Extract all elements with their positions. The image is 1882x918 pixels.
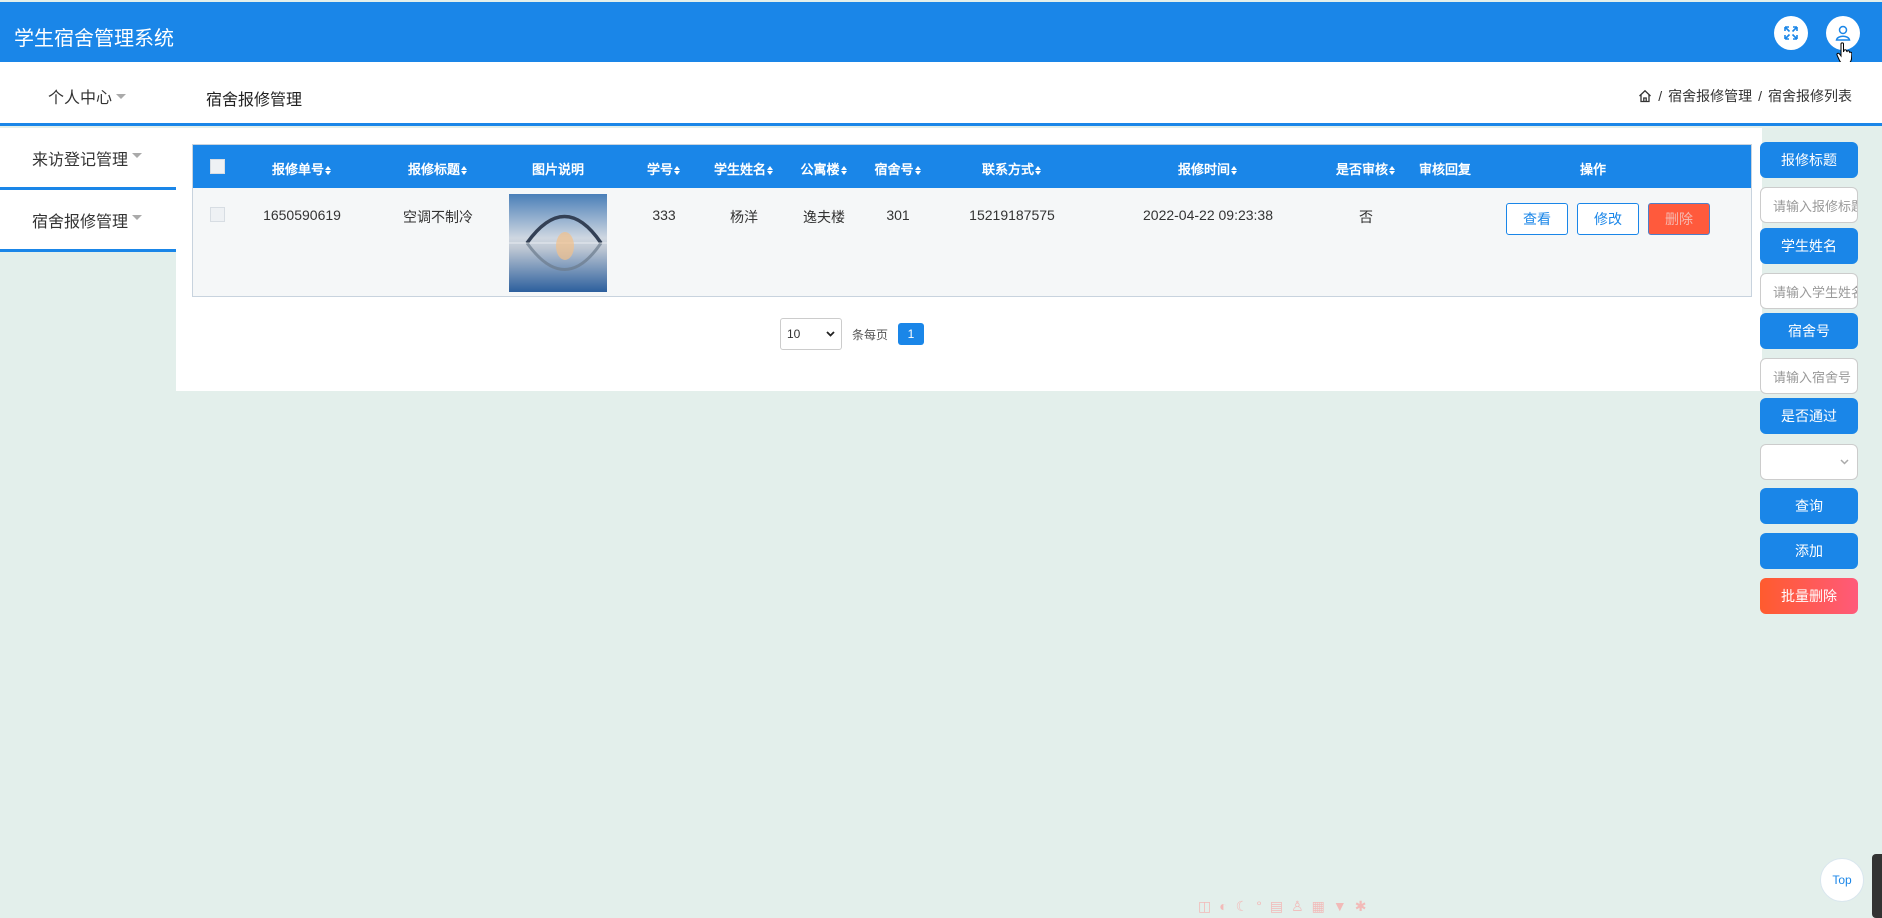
page-size-value: 10 bbox=[787, 327, 801, 341]
sidebar-item-label: 来访登记管理 bbox=[32, 151, 129, 169]
caret-down-icon bbox=[132, 215, 143, 220]
page-title: 宿舍报修管理 bbox=[206, 92, 303, 109]
sub-header: 个人中心 宿舍报修管理 / 宿舍报修管理 / 宿舍报修列表 bbox=[0, 62, 1882, 126]
sort-icon bbox=[767, 166, 774, 175]
top-navbar: 学生宿舍管理系统 bbox=[0, 2, 1882, 62]
ime-mode-icon: ◐ bbox=[1219, 898, 1228, 914]
personal-center-menu[interactable]: 个人中心 bbox=[48, 84, 127, 108]
chevron-down-icon bbox=[826, 331, 835, 337]
column-header-image: 图片说明 bbox=[531, 162, 584, 177]
sort-icon bbox=[461, 166, 468, 175]
sort-icon bbox=[674, 166, 681, 175]
breadcrumb-separator: / bbox=[1758, 88, 1762, 104]
filter-label-repair-title: 报修标题 bbox=[1760, 142, 1858, 178]
column-header-student-no[interactable]: 学号 bbox=[633, 159, 695, 178]
breadcrumb: / 宿舍报修管理 / 宿舍报修列表 bbox=[1638, 86, 1852, 106]
column-header-actions: 操作 bbox=[1579, 162, 1606, 177]
personal-center-label: 个人中心 bbox=[48, 90, 113, 107]
approved-select[interactable] bbox=[1760, 444, 1858, 480]
ime-logo-icon: ◫ bbox=[1198, 897, 1212, 914]
sidebar-item-label: 宿舍报修管理 bbox=[32, 213, 129, 231]
cell-student-no: 333 bbox=[652, 207, 676, 223]
cell-repair-time: 2022-04-22 09:23:38 bbox=[1143, 207, 1273, 223]
ime-grid-icon: ▦ bbox=[1311, 897, 1325, 914]
cell-room: 301 bbox=[886, 207, 910, 223]
column-header-student-name[interactable]: 学生姓名 bbox=[695, 159, 793, 178]
edit-button[interactable]: 修改 bbox=[1577, 203, 1639, 235]
breadcrumb-separator: / bbox=[1658, 88, 1663, 104]
column-header-repair-time[interactable]: 报修时间 bbox=[1093, 159, 1323, 178]
filter-label-student-name: 学生姓名 bbox=[1760, 228, 1858, 264]
sort-icon bbox=[840, 166, 848, 175]
view-button[interactable]: 查看 bbox=[1506, 203, 1568, 235]
caret-down-icon bbox=[116, 94, 127, 100]
ime-skin-icon: ▼ bbox=[1332, 898, 1347, 914]
ime-moon-icon: ☾ bbox=[1235, 897, 1249, 914]
chevron-down-icon bbox=[1840, 459, 1849, 465]
cell-building: 逸夫楼 bbox=[803, 209, 845, 225]
sort-icon bbox=[325, 166, 332, 175]
column-header-room[interactable]: 宿舍号 bbox=[857, 159, 939, 178]
page-button-current[interactable]: 1 bbox=[898, 323, 925, 345]
breadcrumb-item[interactable]: 宿舍报修管理 bbox=[1668, 86, 1752, 106]
column-header-building[interactable]: 公寓楼 bbox=[783, 159, 865, 178]
ime-user-icon: ♙ bbox=[1291, 897, 1304, 914]
cell-student-name: 杨洋 bbox=[730, 209, 758, 225]
scrollbar-thumb[interactable] bbox=[1872, 854, 1882, 918]
add-button[interactable]: 添加 bbox=[1760, 533, 1858, 569]
column-header-repair-id[interactable]: 报修单号 bbox=[249, 159, 355, 178]
column-header-repair-title[interactable]: 报修标题 bbox=[379, 159, 497, 178]
sidebar-item-visitor-registration[interactable]: 来访登记管理 bbox=[0, 128, 176, 190]
repair-table: 报修单号 报修标题 图片说明 学号 学生姓名 公寓楼 宿舍号 联系方式 报修时间… bbox=[192, 144, 1752, 297]
filter-label-room: 宿舍号 bbox=[1760, 313, 1858, 349]
back-to-top-button[interactable]: Top bbox=[1820, 858, 1864, 902]
batch-delete-button[interactable]: 批量删除 bbox=[1760, 578, 1858, 614]
cell-phone: 15219187575 bbox=[969, 207, 1055, 223]
sort-icon bbox=[1389, 166, 1396, 175]
select-all-checkbox[interactable] bbox=[210, 159, 225, 174]
page-size-select[interactable]: 10 bbox=[780, 318, 842, 350]
ime-toolbar: ◫ ◐ ☾ ° ▤ ♙ ▦ ▼ ✱ bbox=[1198, 896, 1398, 916]
sort-icon bbox=[1035, 166, 1042, 175]
ime-settings-icon: ✱ bbox=[1354, 897, 1367, 914]
per-page-label: 条每页 bbox=[852, 327, 889, 342]
sort-icon bbox=[1231, 166, 1238, 175]
cell-repair-id: 1650590619 bbox=[263, 207, 341, 223]
expand-icon[interactable] bbox=[1774, 16, 1808, 50]
repair-title-input[interactable]: 请输入报修标题 bbox=[1760, 187, 1858, 223]
sort-icon bbox=[914, 166, 922, 175]
query-button[interactable]: 查询 bbox=[1760, 488, 1858, 524]
filter-label-approved: 是否通过 bbox=[1760, 398, 1858, 434]
table-header: 报修单号 报修标题 图片说明 学号 学生姓名 公寓楼 宿舍号 联系方式 报修时间… bbox=[193, 145, 1751, 188]
ime-punct-icon: ° bbox=[1256, 898, 1262, 914]
column-header-phone[interactable]: 联系方式 bbox=[939, 159, 1085, 178]
caret-down-icon bbox=[132, 153, 143, 158]
cell-repair-title: 空调不制冷 bbox=[403, 209, 473, 225]
sidebar-item-dorm-repair[interactable]: 宿舍报修管理 bbox=[0, 190, 176, 252]
student-name-input[interactable]: 请输入学生姓名 bbox=[1760, 273, 1858, 309]
breadcrumb-item-current: 宿舍报修列表 bbox=[1768, 88, 1852, 104]
delete-button[interactable]: 删除 bbox=[1648, 203, 1710, 235]
room-input[interactable]: 请输入宿舍号 bbox=[1760, 358, 1858, 394]
main-content: 报修单号 报修标题 图片说明 学号 学生姓名 公寓楼 宿舍号 联系方式 报修时间… bbox=[176, 128, 1762, 391]
cell-reviewed: 否 bbox=[1359, 209, 1373, 225]
sidebar: 来访登记管理 宿舍报修管理 bbox=[0, 128, 176, 252]
row-checkbox[interactable] bbox=[210, 207, 225, 222]
column-header-review-reply: 审核回复 bbox=[1418, 162, 1471, 177]
home-icon[interactable] bbox=[1638, 89, 1652, 103]
app-title: 学生宿舍管理系统 bbox=[14, 26, 174, 50]
ime-keyboard-icon: ▤ bbox=[1269, 897, 1284, 914]
repair-photo-thumbnail[interactable] bbox=[509, 194, 607, 292]
pagination: 10 条每页 1 bbox=[780, 318, 925, 350]
